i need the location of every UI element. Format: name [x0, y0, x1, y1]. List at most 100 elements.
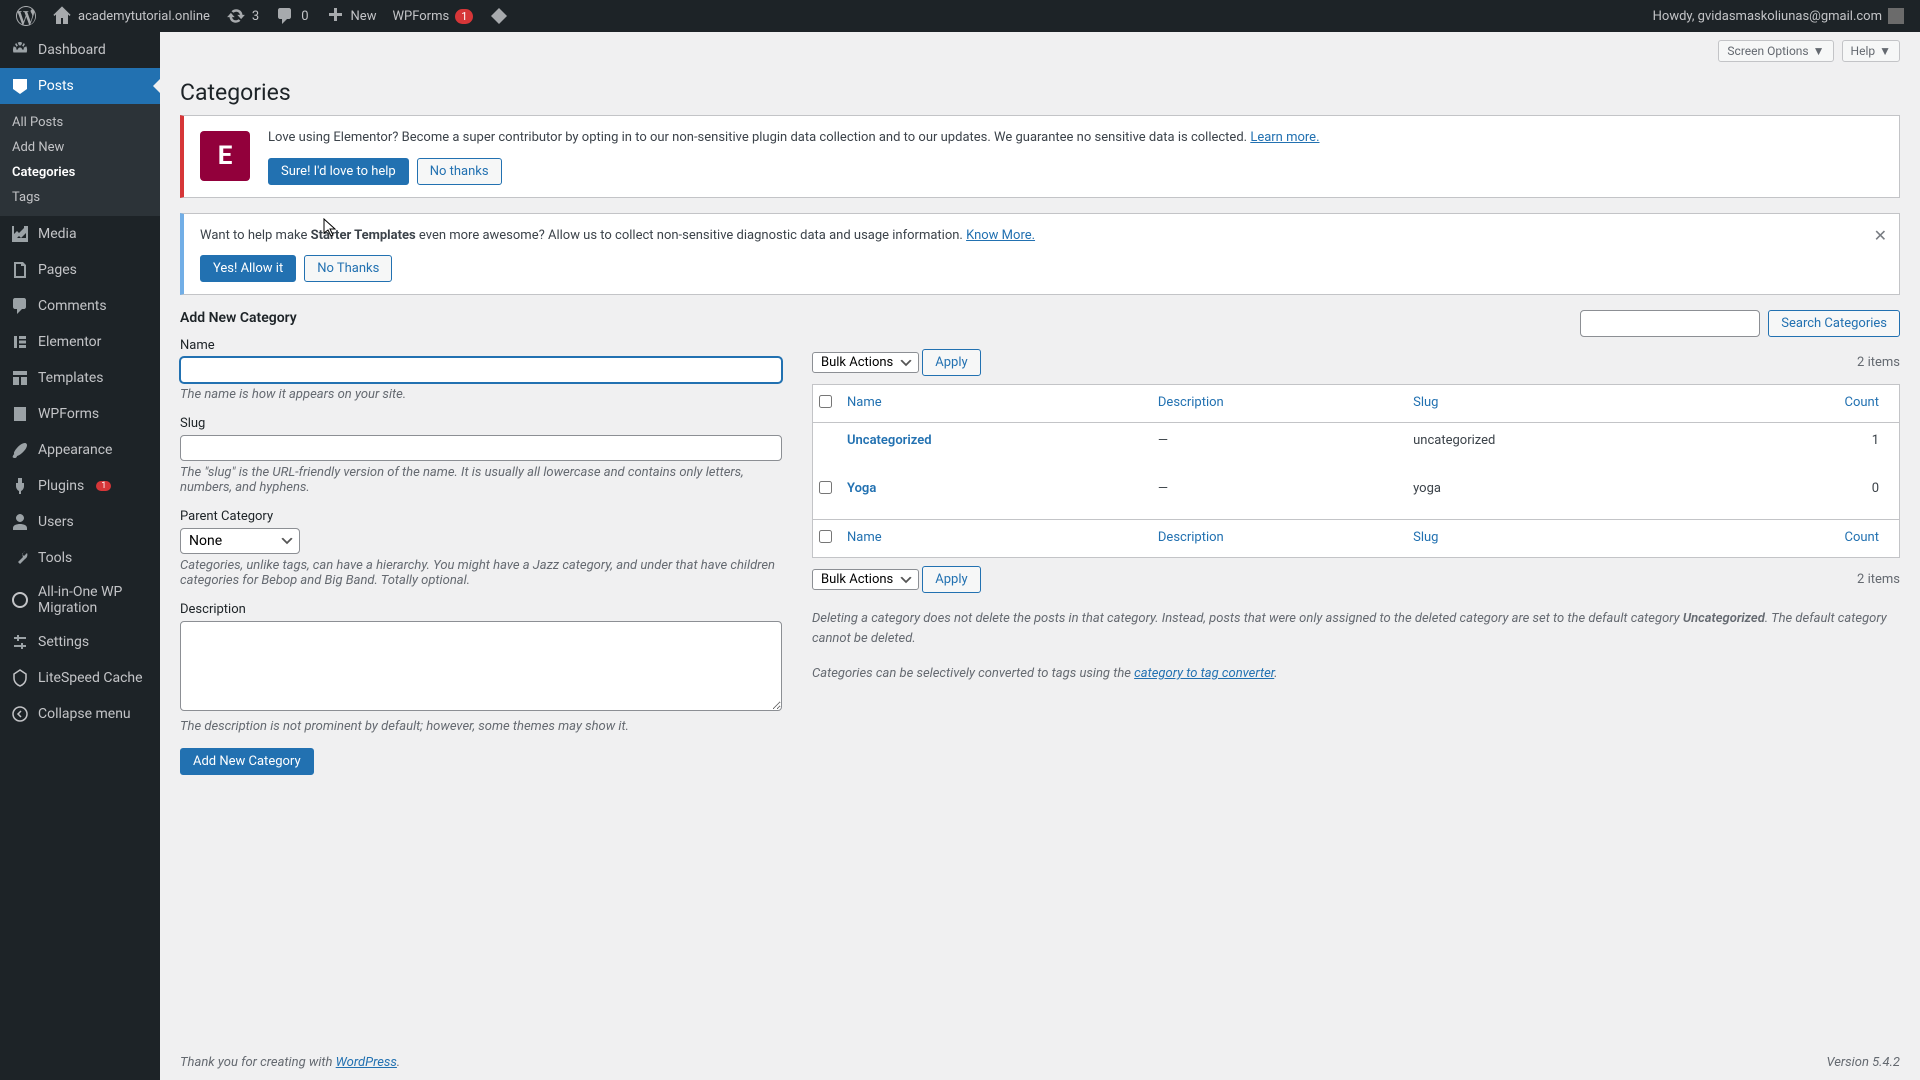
cell-desc: — — [1148, 423, 1403, 471]
sidebar-appearance[interactable]: Appearance — [0, 432, 160, 468]
add-category-form: Add New Category Name The name is how it… — [180, 310, 782, 775]
col-name[interactable]: Name — [837, 519, 1148, 557]
col-slug[interactable]: Slug — [1403, 519, 1707, 557]
row-checkbox[interactable] — [819, 481, 832, 494]
screen-options-button[interactable]: Screen Options ▼ — [1718, 40, 1833, 62]
convert-note: Categories can be selectively converted … — [812, 664, 1900, 684]
version: Version 5.4.2 — [1826, 1055, 1900, 1070]
sidebar-dashboard[interactable]: Dashboard — [0, 32, 160, 68]
col-count[interactable]: Count — [1707, 519, 1899, 557]
tools-icon — [10, 548, 30, 568]
sidebar-settings[interactable]: Settings — [0, 624, 160, 660]
elementor-icon — [10, 332, 30, 352]
templates-icon — [10, 368, 30, 388]
elementor-notice: E Love using Elementor? Become a super c… — [180, 115, 1900, 198]
notice-text: Want to help make Starter Templates even… — [200, 226, 1883, 246]
updates[interactable]: 3 — [218, 0, 267, 32]
sure-help-button[interactable]: Sure! I'd love to help — [268, 158, 409, 185]
comments-bubble[interactable]: 0 — [267, 0, 316, 32]
parent-select[interactable]: None — [180, 528, 300, 554]
plugins-badge: 1 — [96, 481, 111, 491]
apply-button[interactable]: Apply — [922, 349, 980, 376]
category-link[interactable]: Uncategorized — [847, 433, 932, 448]
settings-icon — [10, 632, 30, 652]
name-input[interactable] — [180, 357, 782, 383]
wordpress-link[interactable]: WordPress — [336, 1055, 397, 1070]
starter-templates-notice: Want to help make Starter Templates even… — [180, 213, 1900, 296]
learn-more-link[interactable]: Learn more. — [1250, 130, 1319, 145]
sidebar-posts[interactable]: Posts — [0, 68, 160, 104]
form-heading: Add New Category — [180, 310, 782, 326]
wpforms-badge: 1 — [455, 9, 473, 24]
sidebar-media[interactable]: Media — [0, 216, 160, 252]
pin-icon — [10, 76, 30, 96]
items-count: 2 items — [1857, 355, 1900, 370]
name-help: The name is how it appears on your site. — [180, 387, 782, 402]
dismiss-notice-button[interactable]: ✕ — [1870, 222, 1891, 249]
col-description[interactable]: Description — [1148, 385, 1403, 423]
select-all-checkbox[interactable] — [819, 530, 832, 543]
desc-label: Description — [180, 602, 782, 617]
wpforms-bar[interactable]: WPForms1 — [384, 0, 481, 32]
posts-submenu: All Posts Add New Categories Tags — [0, 104, 160, 216]
search-categories-button[interactable]: Search Categories — [1768, 310, 1900, 337]
submenu-categories[interactable]: Categories — [0, 160, 160, 185]
new-content[interactable]: New — [317, 0, 385, 32]
apply-button[interactable]: Apply — [922, 566, 980, 593]
col-name[interactable]: Name — [837, 385, 1148, 423]
sidebar-tools[interactable]: Tools — [0, 540, 160, 576]
parent-label: Parent Category — [180, 509, 782, 524]
sidebar-plugins[interactable]: Plugins1 — [0, 468, 160, 504]
table-row: Yoga — yoga 0 — [813, 471, 1899, 519]
sidebar-pages[interactable]: Pages — [0, 252, 160, 288]
plus-icon — [325, 6, 345, 26]
update-icon — [226, 6, 246, 26]
users-icon — [10, 512, 30, 532]
slug-input[interactable] — [180, 435, 782, 461]
help-button[interactable]: Help ▼ — [1842, 40, 1900, 62]
elementor-bar-icon[interactable] — [481, 0, 517, 32]
sidebar-wpforms[interactable]: WPForms — [0, 396, 160, 432]
sidebar-comments[interactable]: Comments — [0, 288, 160, 324]
sidebar-templates[interactable]: Templates — [0, 360, 160, 396]
name-label: Name — [180, 338, 782, 353]
admin-sidebar: Dashboard Posts All Posts Add New Catego… — [0, 32, 160, 1080]
footer: Thank you for creating with WordPress. V… — [180, 1035, 1900, 1080]
no-thanks-button[interactable]: No thanks — [417, 158, 502, 185]
category-link[interactable]: Yoga — [847, 481, 876, 496]
wp-logo[interactable] — [8, 0, 44, 32]
bulk-actions-select[interactable]: Bulk Actions — [812, 352, 919, 373]
sidebar-collapse[interactable]: Collapse menu — [0, 696, 160, 732]
col-slug[interactable]: Slug — [1403, 385, 1707, 423]
desc-help: The description is not prominent by defa… — [180, 719, 782, 734]
converter-link[interactable]: category to tag converter — [1134, 666, 1274, 681]
add-category-button[interactable]: Add New Category — [180, 748, 314, 775]
cell-desc: — — [1148, 471, 1403, 519]
bulk-actions-select[interactable]: Bulk Actions — [812, 569, 919, 590]
select-all-checkbox[interactable] — [819, 395, 832, 408]
col-count[interactable]: Count — [1707, 385, 1899, 423]
sidebar-litespeed[interactable]: LiteSpeed Cache — [0, 660, 160, 696]
no-thanks-button[interactable]: No Thanks — [304, 255, 392, 282]
plugin-icon — [10, 476, 30, 496]
desc-textarea[interactable] — [180, 621, 782, 711]
col-description[interactable]: Description — [1148, 519, 1403, 557]
elementor-logo: E — [200, 131, 250, 181]
submenu-all-posts[interactable]: All Posts — [0, 110, 160, 135]
slug-help: The "slug" is the URL-friendly version o… — [180, 465, 782, 495]
notice-text: Love using Elementor? Become a super con… — [268, 128, 1883, 148]
site-name[interactable]: academytutorial.online — [44, 0, 218, 32]
howdy[interactable]: Howdy, gvidasmaskoliunas@gmail.com — [1645, 0, 1912, 32]
search-input[interactable] — [1580, 310, 1760, 337]
know-more-link[interactable]: Know More. — [966, 228, 1035, 243]
page-icon — [10, 260, 30, 280]
sidebar-elementor[interactable]: Elementor — [0, 324, 160, 360]
submenu-add-new[interactable]: Add New — [0, 135, 160, 160]
allow-it-button[interactable]: Yes! Allow it — [200, 255, 296, 282]
submenu-tags[interactable]: Tags — [0, 185, 160, 210]
admin-bar: academytutorial.online 3 0 New WPForms1 … — [0, 0, 1920, 32]
sidebar-migration[interactable]: All-in-One WP Migration — [0, 576, 160, 624]
wpforms-icon — [10, 404, 30, 424]
sidebar-users[interactable]: Users — [0, 504, 160, 540]
diamond-icon — [489, 6, 509, 26]
